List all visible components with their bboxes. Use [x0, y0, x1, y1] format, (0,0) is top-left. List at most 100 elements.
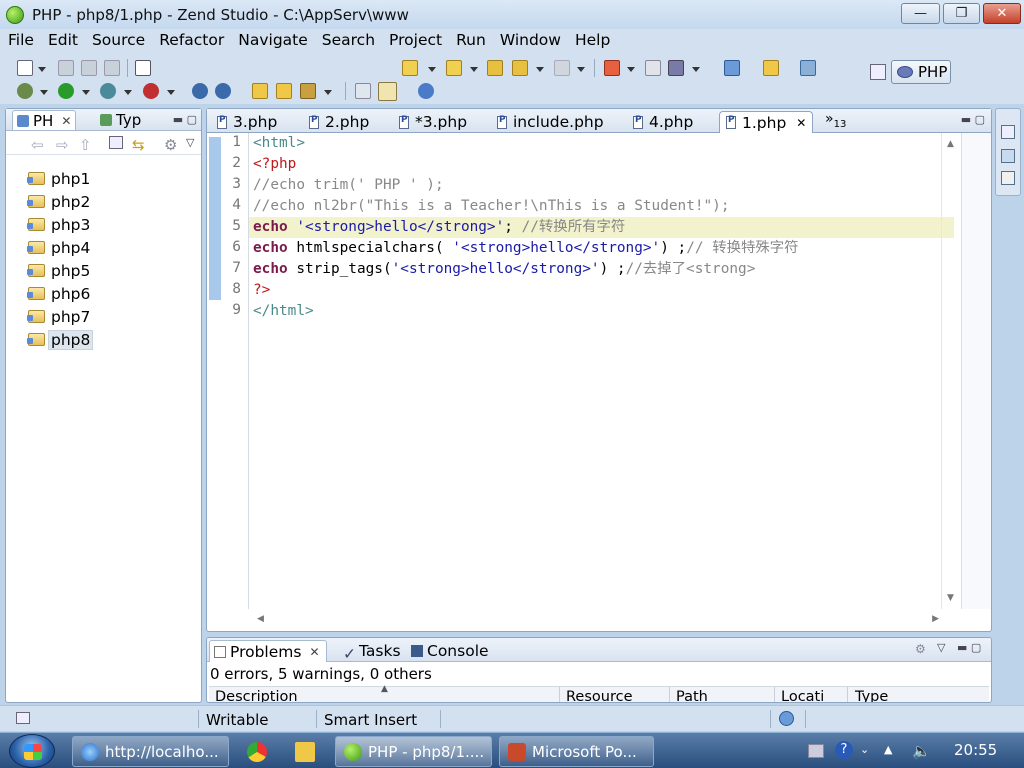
toggle-mark-icon[interactable] [645, 60, 661, 76]
debug-dropdown-icon[interactable] [40, 90, 48, 95]
code-line[interactable]: echo htmlspecialchars( '<strong>hello</s… [253, 238, 799, 259]
highlight-icon[interactable] [378, 82, 397, 101]
code-line[interactable]: echo '<strong>hello</strong>'; //转换所有字符 [253, 217, 625, 238]
open-type-icon[interactable] [724, 60, 740, 76]
pin-editor-icon[interactable] [604, 60, 620, 76]
list-item[interactable]: php3 [6, 213, 201, 236]
taskbar-explorer-pinned[interactable] [286, 738, 324, 766]
link-with-editor-icon[interactable]: ⇆ [132, 136, 146, 154]
tab-3-php-modified[interactable]: *3.php [393, 111, 473, 133]
open-perspective-icon[interactable] [870, 64, 886, 80]
stop-dropdown-icon[interactable] [167, 90, 175, 95]
profile-url-icon[interactable] [215, 83, 231, 99]
menu-search[interactable]: Search [315, 31, 382, 49]
keyboard-icon[interactable] [808, 744, 824, 758]
vertical-scrollbar[interactable]: ▲ ▼ [941, 133, 959, 609]
profile-icon[interactable] [100, 83, 116, 99]
up-icon[interactable]: ⇧ [79, 136, 93, 154]
open-resource-icon[interactable] [763, 60, 779, 76]
back-dropdown-icon[interactable] [536, 67, 544, 72]
build-icon[interactable] [300, 83, 316, 99]
save-icon[interactable] [58, 60, 74, 76]
code-line[interactable]: <?php [253, 154, 296, 175]
menu-edit[interactable]: Edit [41, 31, 85, 49]
minimize-button[interactable]: — [901, 3, 940, 24]
browser-icon[interactable] [800, 60, 816, 76]
list-item-selected[interactable]: php8 [6, 328, 201, 351]
menu-run[interactable]: Run [449, 31, 493, 49]
next-annotation-dropdown-icon[interactable] [428, 67, 436, 72]
list-item[interactable]: php1 [6, 167, 201, 190]
list-item[interactable]: php6 [6, 282, 201, 305]
external-tools-dropdown-icon[interactable] [692, 67, 700, 72]
scroll-left-icon[interactable]: ◀ [257, 614, 264, 624]
new-icon[interactable] [17, 60, 33, 76]
tab-console[interactable]: Console [411, 640, 489, 662]
column-location[interactable]: Locati [781, 689, 824, 702]
print-icon[interactable] [104, 60, 120, 76]
profile-dropdown-icon[interactable] [124, 90, 132, 95]
list-item[interactable]: php5 [6, 259, 201, 282]
menu-window[interactable]: Window [493, 31, 568, 49]
close-icon[interactable]: ✕ [61, 114, 71, 128]
run-dropdown-icon[interactable] [82, 90, 90, 95]
scroll-down-icon[interactable]: ▼ [947, 593, 954, 603]
column-description[interactable]: Description [215, 689, 298, 702]
tab-php-explorer[interactable]: PH ✕ [12, 110, 77, 130]
show-hidden-icons-icon[interactable]: ▲ [884, 743, 900, 757]
column-resource[interactable]: Resource [566, 689, 633, 702]
code-line[interactable]: echo strip_tags('<strong>hello</strong>'… [253, 259, 755, 280]
editor-minimize-maximize-icon[interactable]: ▬ ▢ [961, 113, 985, 126]
taskbar-powerpoint-window[interactable]: Microsoft Po... [499, 736, 654, 767]
list-item[interactable]: php2 [6, 190, 201, 213]
close-button[interactable]: ✕ [983, 3, 1021, 24]
back-icon[interactable]: ⇦ [31, 136, 45, 154]
tab-3-php[interactable]: 3.php [211, 111, 283, 133]
menu-project[interactable]: Project [382, 31, 449, 49]
open-folder-icon[interactable] [252, 83, 268, 99]
menu-navigate[interactable]: Navigate [231, 31, 315, 49]
help-icon[interactable]: ? [835, 741, 853, 759]
collapse-all-icon[interactable] [109, 136, 123, 149]
open-project-icon[interactable] [276, 83, 292, 99]
previous-annotation-icon[interactable] [446, 60, 462, 76]
list-item[interactable]: php4 [6, 236, 201, 259]
forward-icon[interactable]: ⇨ [56, 136, 70, 154]
close-icon[interactable]: ✕ [796, 116, 806, 130]
list-item[interactable]: php7 [6, 305, 201, 328]
back-icon[interactable] [512, 60, 528, 76]
view-menu-icon[interactable]: ⚙ [164, 136, 178, 154]
forward-icon[interactable] [554, 60, 570, 76]
tab-2-php[interactable]: 2.php [303, 111, 375, 133]
start-button[interactable] [9, 734, 55, 768]
forward-dropdown-icon[interactable] [577, 67, 585, 72]
panel-minimize-maximize-icon[interactable]: ▬ ▢ [173, 113, 197, 126]
menu-file[interactable]: File [0, 31, 41, 49]
pin-dropdown-icon[interactable] [627, 67, 635, 72]
scroll-up-icon[interactable]: ▲ [947, 139, 954, 149]
maximize-button[interactable]: ❐ [943, 3, 980, 24]
templates-icon[interactable] [1001, 171, 1015, 185]
debug-icon[interactable] [17, 83, 33, 99]
restore-icon[interactable] [1001, 125, 1015, 139]
tab-1-php[interactable]: 1.php✕ [719, 111, 814, 133]
code-line[interactable]: ?> [253, 280, 270, 301]
taskbar-zend-studio-window[interactable]: PHP - php8/1.... [335, 736, 492, 767]
outline-icon[interactable] [1001, 149, 1015, 163]
horizontal-scrollbar[interactable]: ◀ ▶ [249, 611, 949, 629]
chevron-down-icon[interactable]: ▽ [937, 641, 945, 654]
code-line[interactable]: <html> [253, 133, 305, 154]
build-dropdown-icon[interactable] [324, 90, 332, 95]
tab-type-hierarchy[interactable]: Typ [98, 110, 143, 130]
php-perspective-button[interactable]: PHP [891, 60, 951, 84]
column-type[interactable]: Type [855, 689, 888, 702]
panel-minimize-maximize-icon[interactable]: ▬ ▢ [957, 641, 981, 654]
code-text-area[interactable]: 1 2 3 4 5 6 7 8 9 <html> <?php //echo trim(' PHP '… [207, 133, 991, 609]
menu-source[interactable]: Source [85, 31, 152, 49]
chevron-down-icon[interactable]: ▽ [186, 136, 200, 149]
tab-4-php[interactable]: 4.php [627, 111, 699, 133]
taskbar-clock[interactable]: 20:55 [954, 741, 997, 759]
save-all-icon[interactable] [81, 60, 97, 76]
external-tools-icon[interactable] [668, 60, 684, 76]
tab-include-php[interactable]: include.php [491, 111, 610, 133]
